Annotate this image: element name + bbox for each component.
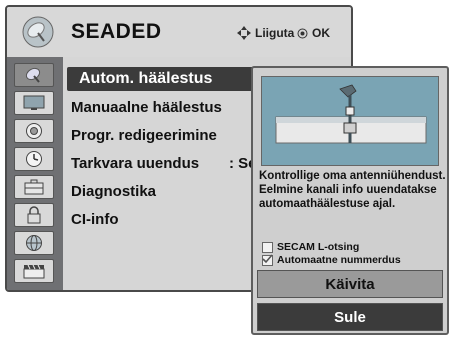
sidebar-item-time[interactable] — [14, 147, 54, 171]
sidebar-item-lock[interactable] — [14, 203, 54, 227]
monitor-icon — [23, 95, 45, 110]
menu-item-label: Autom. häälestus — [79, 70, 213, 87]
close-button[interactable]: Sule — [257, 303, 443, 331]
unchecked-box-icon — [262, 241, 273, 253]
secam-l-search-checkbox[interactable]: SECAM L-otsing — [262, 241, 359, 253]
speaker-icon — [26, 123, 42, 139]
ok-circle-icon — [297, 28, 308, 38]
menu-item-diagnostics[interactable]: Diagnostika — [71, 183, 156, 200]
clock-icon — [26, 151, 42, 167]
dialog-message: Kontrollige oma antenniühendust. Eelmine… — [259, 170, 446, 210]
toolbox-icon — [24, 179, 44, 195]
antenna-connection-icon — [262, 77, 438, 165]
satellite-icon — [25, 67, 41, 83]
start-button[interactable]: Käivita — [257, 270, 443, 298]
menu-item-label: Tarkvara uuendus — [71, 155, 200, 172]
sidebar-item-media[interactable] — [14, 259, 54, 283]
category-sidebar — [7, 57, 63, 290]
menu-item-manual-tuning[interactable]: Manuaalne häälestus — [71, 99, 222, 116]
menu-item-ci-info[interactable]: CI-info — [71, 211, 118, 228]
checkbox-label: Automaatne nummerdus — [277, 254, 401, 266]
ok-hint: OK — [297, 26, 330, 40]
sidebar-item-options[interactable] — [14, 175, 54, 199]
auto-tuning-dialog: Kontrollige oma antenniühendust. Eelmine… — [251, 66, 449, 335]
ok-hint-label: OK — [312, 26, 330, 40]
arrows-icon — [237, 26, 251, 40]
sidebar-item-setup[interactable] — [14, 63, 54, 87]
checked-box-icon — [262, 253, 273, 266]
clapper-icon — [23, 264, 45, 279]
move-hint: Liiguta — [237, 26, 294, 40]
sidebar-item-network[interactable] — [14, 231, 54, 255]
lock-icon — [27, 206, 41, 224]
globe-icon — [26, 235, 42, 251]
auto-numbering-checkbox[interactable]: Automaatne nummerdus — [262, 253, 401, 266]
menu-item-software-update[interactable]: Tarkvara uuendus : Se — [71, 155, 257, 172]
panel-header: SEADED Liiguta OK — [7, 7, 351, 57]
checkbox-label: SECAM L-otsing — [277, 241, 360, 253]
antenna-illustration — [261, 76, 439, 166]
menu-item-auto-tuning[interactable]: Autom. häälestus — [67, 67, 279, 91]
menu-item-program-edit[interactable]: Progr. redigeerimine — [71, 127, 217, 144]
sidebar-item-audio[interactable] — [14, 119, 54, 143]
move-hint-label: Liiguta — [255, 26, 295, 40]
sidebar-item-picture[interactable] — [14, 91, 54, 115]
page-title: SEADED — [71, 20, 162, 43]
satellite-dish-icon — [22, 16, 54, 48]
